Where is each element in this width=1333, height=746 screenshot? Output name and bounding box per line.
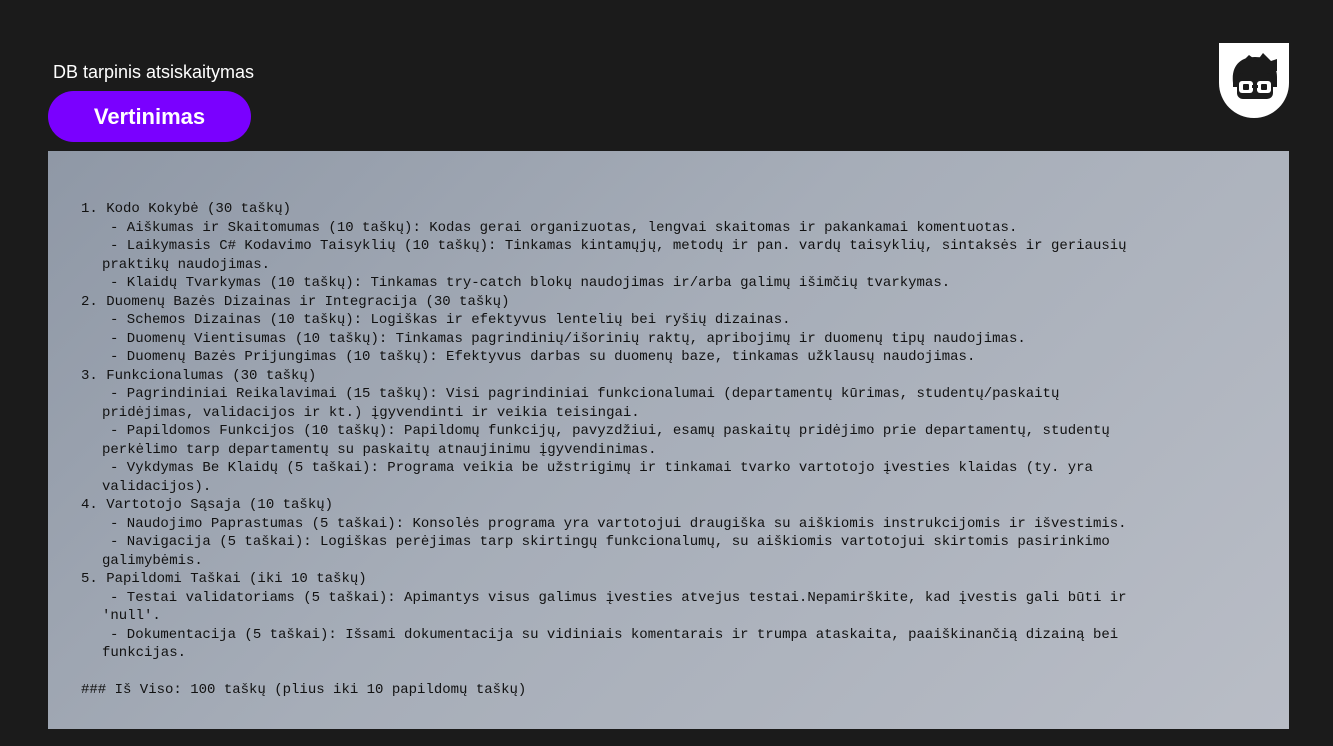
- grading-criteria-panel: 1. Kodo Kokybė (30 taškų) - Aiškumas ir …: [48, 151, 1289, 729]
- criteria-item-continuation: perkėlimo tarp departamentų su paskaitų …: [102, 441, 657, 458]
- slide-title: DB tarpinis atsiskaitymas: [53, 62, 255, 82]
- criteria-item: - Schemos Dizainas (10 taškų): Logiškas …: [110, 312, 791, 328]
- criteria-item-continuation: validacijos).: [102, 478, 212, 495]
- nerd-glasses-logo-icon: [1219, 43, 1289, 118]
- total-score-line: ### Iš Viso: 100 taškų (plius iki 10 pap…: [81, 682, 527, 698]
- criteria-item: - Navigacija (5 taškai): Logiškas perėji…: [110, 534, 1110, 550]
- criteria-item: - Naudojimo Paprastumas (5 taškai): Kons…: [110, 515, 1127, 532]
- criteria-item: - Pagrindiniai Reikalavimai (15 taškų): …: [110, 386, 1060, 402]
- criteria-heading-functionality: 3. Funkcionalumas (30 taškų): [81, 367, 317, 384]
- criteria-item: - Vykdymas Be Klaidų (5 taškai): Program…: [110, 460, 1093, 476]
- criteria-item: - Laikymasis C# Kodavimo Taisyklių (10 t…: [110, 238, 1127, 254]
- criteria-heading-user-interface: 4. Vartotojo Sąsaja (10 taškų): [81, 497, 334, 513]
- criteria-item: - Aiškumas ir Skaitomumas (10 taškų): Ko…: [110, 219, 1018, 236]
- criteria-item: - Testai validatoriams (5 taškai): Apima…: [110, 589, 1127, 606]
- criteria-heading-code-quality: 1. Kodo Kokybė (30 taškų): [81, 201, 292, 217]
- criteria-item: - Duomenų Vientisumas (10 taškų): Tinkam…: [110, 330, 1026, 347]
- criteria-item-continuation: pridėjimas, validacijos ir kt.) įgyvendi…: [102, 404, 640, 421]
- criteria-item-continuation: galimybėmis.: [102, 552, 203, 569]
- criteria-heading-bonus: 5. Papildomi Taškai (iki 10 taškų): [81, 571, 367, 587]
- criteria-item-continuation: funkcijas.: [102, 645, 187, 661]
- criteria-item: - Klaidų Tvarkymas (10 taškų): Tinkamas …: [110, 275, 951, 291]
- criteria-item: - Papildomos Funkcijos (10 taškų): Papil…: [110, 423, 1110, 439]
- section-pill-label: Vertinimas: [93, 103, 206, 129]
- section-pill-button[interactable]: Vertinimas: [48, 91, 251, 142]
- criteria-item-continuation: 'null'.: [102, 608, 161, 624]
- criteria-item-continuation: praktikų naudojimas.: [102, 256, 271, 273]
- criteria-heading-database: 2. Duomenų Bazės Dizainas ir Integracija…: [81, 293, 510, 310]
- criteria-item: - Duomenų Bazės Prijungimas (10 taškų): …: [110, 349, 976, 365]
- criteria-item: - Dokumentacija (5 taškai): Išsami dokum…: [110, 626, 1119, 643]
